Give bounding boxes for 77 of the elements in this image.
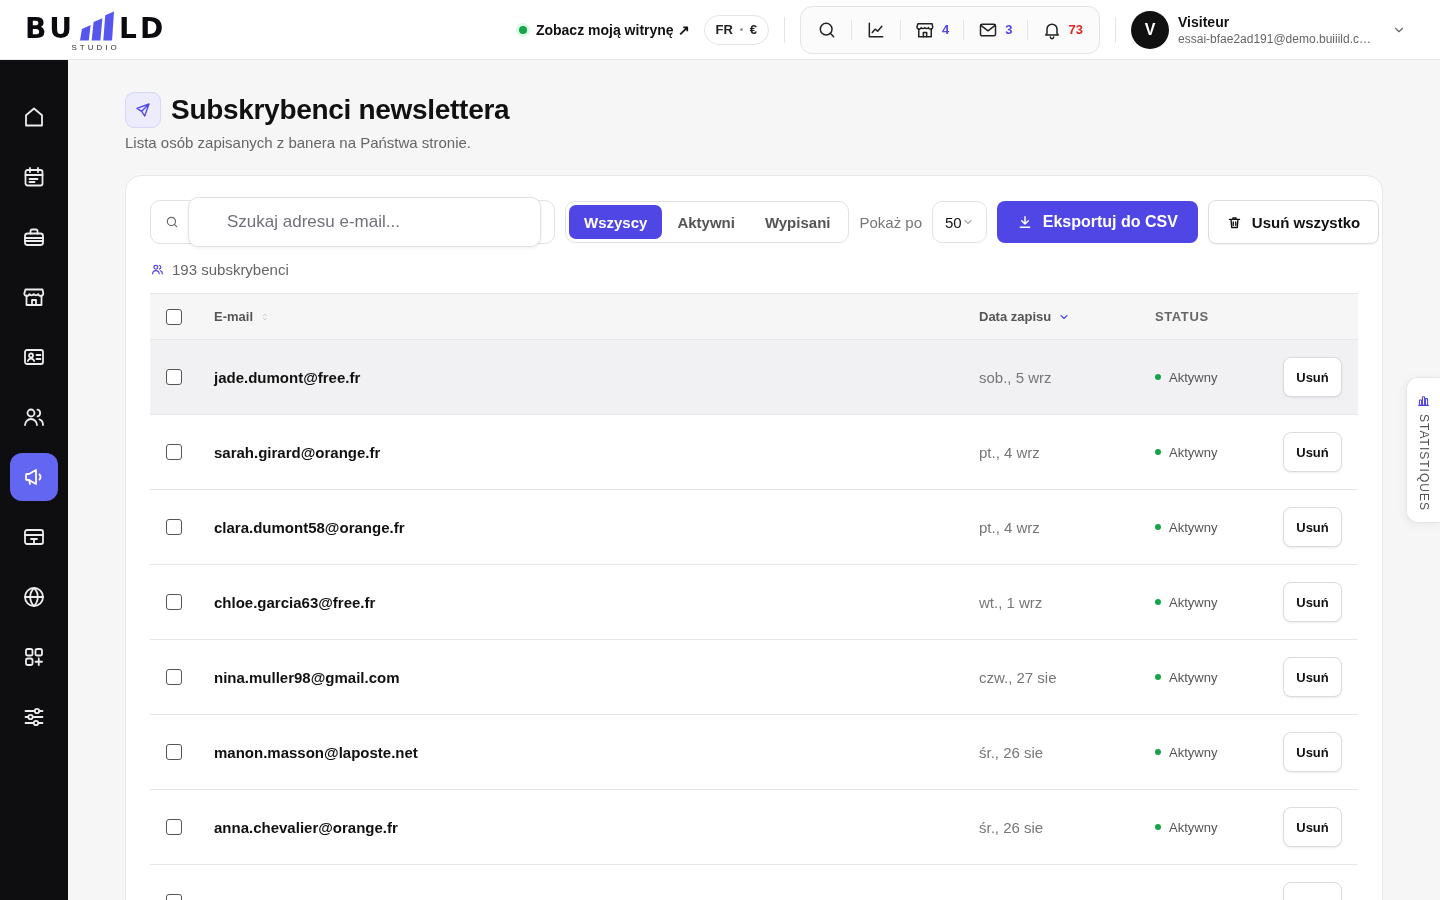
logo-tagline: STUDIO <box>71 42 120 53</box>
subscriber-email: nina.muller98@gmail.com <box>214 668 401 686</box>
view-site-link[interactable]: Zobacz moją witrynę ↗ <box>518 21 690 38</box>
filter-tab[interactable]: Wypisani <box>749 205 846 239</box>
select-all-checkbox[interactable] <box>166 308 182 325</box>
subscriber-email: sarah.girard@orange.fr <box>214 443 382 461</box>
signup-date: pt., 4 wrz <box>979 443 1041 461</box>
row-checkbox[interactable] <box>166 444 182 460</box>
status-label: Aktywny <box>1169 594 1218 610</box>
status-label: Aktywny <box>1169 669 1218 685</box>
delete-button[interactable]: Usuń <box>1283 732 1342 772</box>
search-field[interactable]: Szukaj adresu e-mail... <box>150 200 555 244</box>
row-checkbox[interactable] <box>166 819 182 835</box>
logo-bars-icon <box>80 10 115 41</box>
page-size-label: Pokaż po <box>859 213 922 231</box>
sidebar-item[interactable] <box>10 453 58 501</box>
signup-date: czw., 27 sie <box>979 668 1058 686</box>
signup-date: śr., 26 sie <box>979 743 1045 761</box>
calendar-icon <box>22 165 46 189</box>
column-header: STATUS <box>1155 309 1209 324</box>
delete-button[interactable]: Usuń <box>1283 582 1342 622</box>
subscriber-email: chloe.garcia63@free.fr <box>214 593 377 611</box>
filter-tab[interactable]: Aktywni <box>662 205 750 239</box>
notifications-button[interactable]: 73 <box>1027 11 1098 48</box>
item-count: 73 <box>1068 22 1084 37</box>
store-button[interactable]: 4 <box>901 11 964 48</box>
status-label: Aktywny <box>1169 819 1218 835</box>
delete-all-button[interactable]: Usuń wszystko <box>1207 200 1380 244</box>
delete-button[interactable]: Usuń <box>1283 657 1342 697</box>
users-icon <box>151 262 164 276</box>
bar-chart-icon <box>1417 394 1430 407</box>
subscriber-email: jade.dumont@free.fr <box>214 368 362 386</box>
subscriber-email: clara.dumont58@orange.fr <box>214 518 406 536</box>
row-checkbox[interactable] <box>166 369 182 385</box>
status-label: Aktywny <box>1169 519 1218 535</box>
page-title: Subskrybenci newslettera <box>171 93 510 127</box>
page-subtitle: Lista osób zapisanych z banera na Państwa stronie. <box>125 133 473 153</box>
logo-text: BU <box>25 16 76 41</box>
filter-tab[interactable]: Wszyscy <box>569 205 663 239</box>
delete-button[interactable]: Usuń <box>1283 507 1342 547</box>
logo-text: LD <box>119 16 167 41</box>
locale-switcher[interactable]: FR € <box>703 14 770 45</box>
signup-date: śr., 26 sie <box>979 818 1045 836</box>
signup-date: wt., 1 wrz <box>979 593 1044 611</box>
messages-button[interactable]: 3 <box>964 11 1027 48</box>
row-checkbox[interactable] <box>166 519 182 535</box>
delete-button[interactable]: Usuń <box>1283 432 1342 472</box>
item-count: 3 <box>1005 22 1013 37</box>
subscriber-count: 193 subskrybenci <box>172 260 289 278</box>
user-email: essai-bfae2ad191@demo.buiiild.c… <box>1178 30 1371 47</box>
search-icon <box>165 215 179 229</box>
column-header[interactable]: E-mail <box>214 309 270 324</box>
statistics-tab[interactable]: STATISTIQUES <box>1406 377 1440 523</box>
item-count: 4 <box>942 22 950 37</box>
trash-icon <box>1226 214 1242 230</box>
export-csv-button[interactable]: Eksportuj do CSV <box>996 201 1198 243</box>
page-size-select[interactable]: 50 <box>932 201 987 243</box>
grid-plus-icon <box>22 645 46 669</box>
status-label: Aktywny <box>1169 444 1218 460</box>
subscriber-email: manon.masson@laposte.net <box>214 743 419 761</box>
user-avatar[interactable]: V <box>1131 10 1170 49</box>
column-header[interactable]: Data zapisu <box>979 309 1071 324</box>
delete-button[interactable]: Usuń <box>1283 357 1342 397</box>
signup-date: sob., 5 wrz <box>979 368 1053 386</box>
globe-icon <box>22 585 46 609</box>
status-label: Aktywny <box>1169 744 1218 760</box>
delete-button[interactable]: Usuń <box>1283 807 1342 847</box>
row-checkbox[interactable] <box>166 744 182 760</box>
user-name: Visiteur <box>1178 12 1231 31</box>
signup-date: pt., 4 wrz <box>979 518 1041 536</box>
paper-plane-icon <box>125 92 161 128</box>
subscriber-email: anna.chevalier@orange.fr <box>214 818 399 836</box>
row-checkbox[interactable] <box>166 594 182 610</box>
row-checkbox[interactable] <box>166 669 182 685</box>
sliders-icon <box>22 705 46 729</box>
home-icon <box>22 105 46 129</box>
status-label: Aktywny <box>1169 369 1218 385</box>
